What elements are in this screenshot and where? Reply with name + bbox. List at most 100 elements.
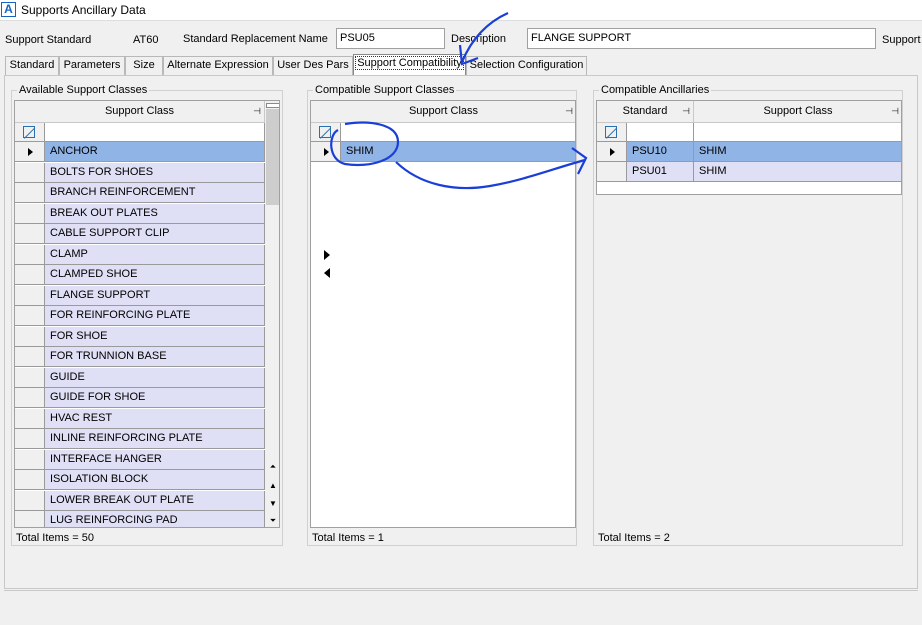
- list-item[interactable]: CLAMP: [45, 244, 265, 265]
- list-item[interactable]: INTERFACE HANGER: [45, 449, 265, 470]
- list-item[interactable]: FLANGE SUPPORT: [45, 285, 265, 306]
- list-item[interactable]: LOWER BREAK OUT PLATE: [45, 490, 265, 511]
- move-right-button[interactable]: [321, 248, 333, 262]
- available-column-header[interactable]: Support Class ⊣: [15, 101, 265, 123]
- filter-indicator[interactable]: [15, 123, 45, 142]
- row-indicator[interactable]: [15, 408, 45, 429]
- row-indicator[interactable]: [15, 429, 45, 449]
- scroll-bottom-icon[interactable]: ⏷: [265, 513, 279, 527]
- compatible-support-classes-group: Compatible Support Classes Support Class…: [307, 84, 577, 546]
- scroll-up-icon[interactable]: ▲: [265, 478, 279, 494]
- filter-icon: [319, 126, 331, 138]
- row-indicator[interactable]: [15, 490, 45, 511]
- replacement-name-label: Standard Replacement Name: [183, 33, 328, 45]
- list-item[interactable]: CLAMPED SHOE: [45, 265, 265, 285]
- filter-icon: [605, 126, 617, 138]
- pin-icon[interactable]: ⊣: [682, 101, 690, 122]
- row-indicator[interactable]: [597, 162, 627, 182]
- row-indicator[interactable]: [15, 285, 45, 306]
- list-item[interactable]: GUIDE: [45, 367, 265, 388]
- row-indicator[interactable]: [15, 183, 45, 203]
- filter-indicator[interactable]: [311, 123, 341, 142]
- arrow-right-icon: [324, 250, 330, 260]
- table-cell-standard[interactable]: PSU10: [627, 142, 694, 162]
- row-indicator[interactable]: [15, 244, 45, 265]
- row-indicator[interactable]: [15, 265, 45, 285]
- move-left-button[interactable]: [321, 266, 333, 280]
- ancillaries-support-class-header[interactable]: Support Class ⊣: [694, 101, 901, 123]
- tab-support-compatibility[interactable]: Support Compatibility: [353, 54, 466, 75]
- current-row-icon: [324, 148, 329, 156]
- row-indicator[interactable]: [15, 367, 45, 388]
- list-item[interactable]: SHIM: [341, 142, 575, 162]
- ancillaries-class-filter[interactable]: [694, 123, 901, 142]
- row-indicator[interactable]: [15, 326, 45, 347]
- available-support-classes-title: Available Support Classes: [17, 84, 150, 96]
- list-item[interactable]: INLINE REINFORCING PLATE: [45, 429, 265, 449]
- available-filter-input[interactable]: [45, 123, 265, 142]
- list-item[interactable]: ISOLATION BLOCK: [45, 470, 265, 490]
- pin-icon[interactable]: ⊣: [565, 101, 573, 122]
- tab-standard[interactable]: Standard: [5, 56, 59, 75]
- row-indicator[interactable]: [311, 142, 341, 162]
- row-indicator[interactable]: [15, 347, 45, 367]
- row-indicator[interactable]: [15, 388, 45, 408]
- compatible-support-classes-title: Compatible Support Classes: [313, 84, 457, 96]
- ancillaries-total: Total Items = 2: [598, 532, 670, 544]
- compatible-ancillaries-title: Compatible Ancillaries: [599, 84, 712, 96]
- row-indicator[interactable]: [15, 306, 45, 326]
- list-item[interactable]: BOLTS FOR SHOES: [45, 162, 265, 183]
- pin-icon[interactable]: ⊣: [253, 101, 261, 122]
- list-item[interactable]: GUIDE FOR SHOE: [45, 388, 265, 408]
- description-field[interactable]: FLANGE SUPPORT: [527, 28, 876, 49]
- tab-content: Available Support Classes Support Class ⊣…: [4, 75, 918, 589]
- row-indicator[interactable]: [15, 470, 45, 490]
- table-cell-support-class[interactable]: SHIM: [694, 142, 901, 162]
- support-standard-label: Support Standard: [5, 34, 92, 46]
- list-item[interactable]: HVAC REST: [45, 408, 265, 429]
- pin-icon[interactable]: ⊣: [891, 101, 899, 122]
- list-item[interactable]: BREAK OUT PLATES: [45, 203, 265, 224]
- filter-icon: [23, 126, 35, 138]
- list-item[interactable]: LUG REINFORCING PAD: [45, 511, 265, 527]
- tab-selection-configuration[interactable]: Selection Configuration: [466, 56, 587, 75]
- list-item[interactable]: ANCHOR: [45, 142, 265, 162]
- tab-user-des-pars[interactable]: User Des Pars: [273, 56, 353, 75]
- tab-parameters[interactable]: Parameters: [59, 56, 125, 75]
- row-indicator[interactable]: [15, 142, 45, 162]
- compatible-total: Total Items = 1: [312, 532, 384, 544]
- available-grid: Support Class ⊣ ANCHOR BOLTS FOR SHOES BRAN…: [14, 100, 280, 528]
- window-title: Supports Ancillary Data: [21, 3, 146, 17]
- scroll-down-icon[interactable]: ▼: [265, 496, 279, 512]
- row-indicator[interactable]: [15, 203, 45, 224]
- row-indicator[interactable]: [15, 224, 45, 244]
- row-indicator[interactable]: [597, 142, 627, 162]
- tab-alternate-expression[interactable]: Alternate Expression: [163, 56, 273, 75]
- list-item[interactable]: FOR SHOE: [45, 326, 265, 347]
- ancillaries-standard-header[interactable]: Standard ⊣: [597, 101, 694, 123]
- scroll-thumb[interactable]: [266, 109, 279, 205]
- compatible-column-header[interactable]: Support Class ⊣: [311, 101, 575, 123]
- title-bar: A Supports Ancillary Data: [0, 0, 922, 21]
- description-label: Description: [451, 33, 507, 45]
- scroll-top-icon[interactable]: ⏶: [265, 459, 279, 475]
- row-indicator[interactable]: [15, 449, 45, 470]
- replacement-name-field[interactable]: PSU05: [336, 28, 445, 49]
- row-indicator[interactable]: [15, 162, 45, 183]
- ancillaries-standard-filter[interactable]: [627, 123, 694, 142]
- support-standard-value: AT60: [133, 34, 159, 46]
- list-item[interactable]: BRANCH REINFORCEMENT: [45, 183, 265, 203]
- available-scrollbar[interactable]: ⏶ ▲ ▼ ⏷: [265, 101, 279, 527]
- list-item[interactable]: CABLE SUPPORT CLIP: [45, 224, 265, 244]
- list-item[interactable]: FOR REINFORCING PLATE: [45, 306, 265, 326]
- table-cell-support-class[interactable]: SHIM: [694, 162, 901, 182]
- bottom-bar: [4, 590, 918, 624]
- row-indicator[interactable]: [15, 511, 45, 527]
- ancillaries-empty-area: [596, 195, 902, 528]
- compatible-filter-input[interactable]: [341, 123, 575, 142]
- table-cell-standard[interactable]: PSU01: [627, 162, 694, 182]
- filter-indicator[interactable]: [597, 123, 627, 142]
- tab-size[interactable]: Size: [125, 56, 163, 75]
- scroll-thumb-top[interactable]: [266, 103, 279, 108]
- list-item[interactable]: FOR TRUNNION BASE: [45, 347, 265, 367]
